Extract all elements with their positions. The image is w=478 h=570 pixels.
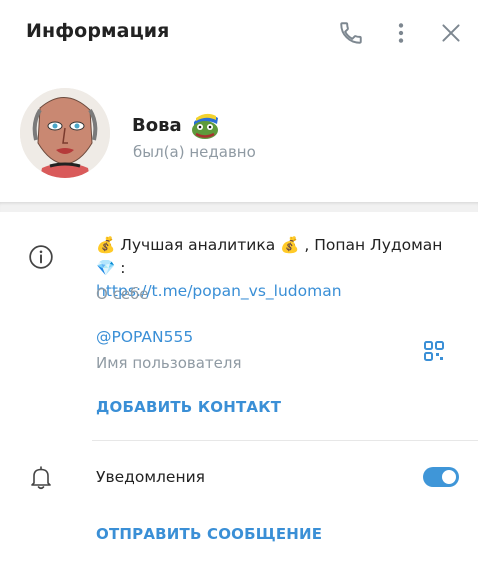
- dialog-title: Информация: [26, 20, 170, 42]
- bio-text: 💰 Лучшая аналитика 💰 , Попан Лудоман 💎 :…: [96, 234, 466, 303]
- last-seen-status: был(а) недавно: [133, 143, 256, 161]
- bio-line: 💰 Лучшая аналитика 💰 , Попан Лудоман 💎 :: [96, 236, 443, 277]
- close-icon[interactable]: [438, 20, 464, 46]
- pepe-frog-sticker-icon: [188, 108, 222, 142]
- profile-name: Вова: [132, 114, 182, 136]
- username-value[interactable]: @POPAN555: [96, 328, 193, 346]
- phone-icon[interactable]: [338, 20, 364, 46]
- username-label: Имя пользователя: [96, 354, 242, 372]
- section-divider: [0, 202, 478, 212]
- add-contact-button[interactable]: ДОБАВИТЬ КОНТАКТ: [96, 398, 281, 416]
- notifications-toggle[interactable]: [423, 467, 459, 487]
- divider: [92, 440, 478, 441]
- bio-link[interactable]: https://t.me/popan_vs_ludoman: [96, 280, 466, 303]
- avatar[interactable]: [20, 88, 110, 178]
- notifications-label: Уведомления: [96, 468, 205, 486]
- bell-icon: [29, 465, 53, 495]
- qr-code-icon[interactable]: [423, 340, 445, 366]
- bio-label: О себе: [96, 285, 149, 303]
- name-row: Вова: [132, 108, 222, 142]
- more-vertical-icon[interactable]: [388, 20, 414, 46]
- dialog-header: Информация: [0, 0, 478, 66]
- profile-section: Вова был(а) недавно: [0, 66, 478, 202]
- send-message-button[interactable]: ОТПРАВИТЬ СООБЩЕНИЕ: [96, 525, 322, 543]
- info-icon: [28, 244, 54, 274]
- toggle-knob: [440, 468, 458, 486]
